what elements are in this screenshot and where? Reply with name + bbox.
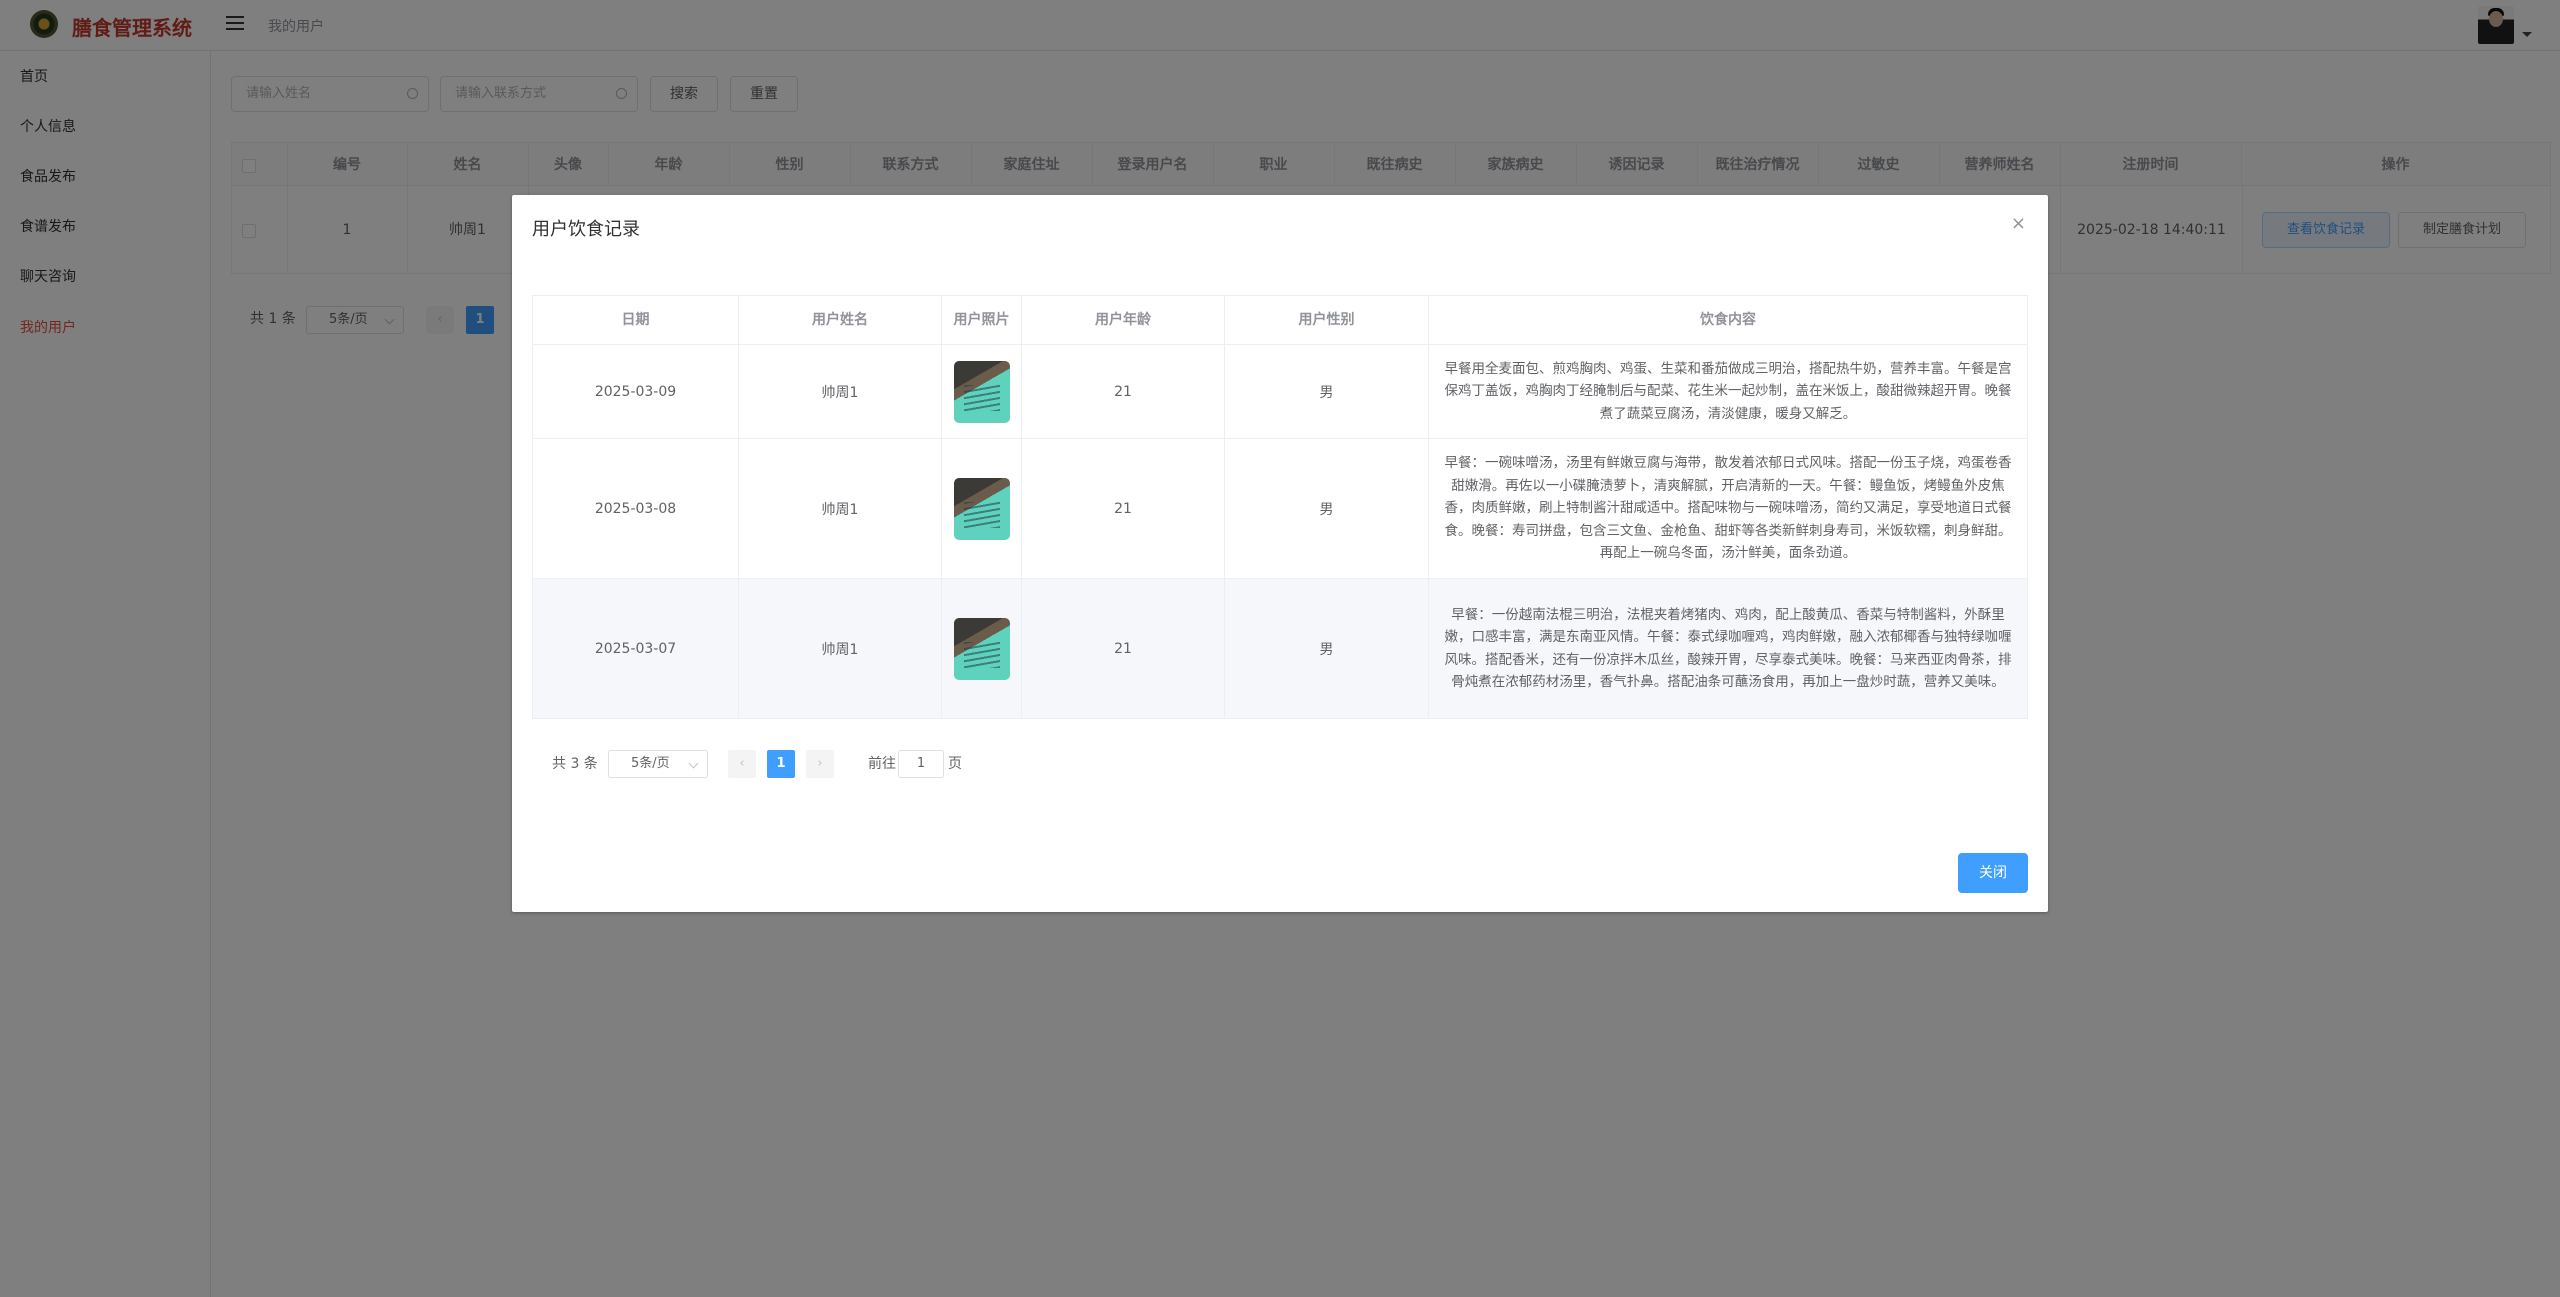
- diet-record-table: 日期 用户姓名 用户照片 用户年龄 用户性别 饮食内容 2025-03-09 帅…: [532, 295, 2028, 719]
- table-row: 2025-03-09 帅周1 21 男 早餐用全麦面包、煎鸡胸肉、鸡蛋、生菜和番…: [533, 345, 2027, 439]
- name-cell: 帅周1: [739, 345, 942, 438]
- col-photo: 用户照片: [942, 296, 1022, 344]
- photo-cell: [942, 579, 1022, 718]
- col-content: 饮食内容: [1700, 312, 1756, 328]
- date-cell: 2025-03-08: [533, 439, 739, 578]
- goto-prefix: 前往: [868, 756, 896, 772]
- col-gender: 用户性别: [1225, 296, 1429, 344]
- content-cell: 早餐：一碗味噌汤，汤里有鲜嫩豆腐与海带，散发着浓郁日式风味。搭配一份玉子烧，鸡蛋…: [1444, 455, 2012, 562]
- name-cell: 帅周1: [739, 439, 942, 578]
- age-cell: 21: [1022, 579, 1225, 718]
- col-name: 用户姓名: [739, 296, 942, 344]
- col-date: 日期: [533, 296, 739, 344]
- prev-page-button[interactable]: ‹: [728, 750, 756, 778]
- table-row: 2025-03-08 帅周1 21 男 早餐：一碗味噌汤，汤里有鲜嫩豆腐与海带，…: [533, 439, 2027, 579]
- close-icon[interactable]: ×: [2011, 213, 2026, 234]
- age-cell: 21: [1022, 439, 1225, 578]
- photo-cell: [942, 345, 1022, 438]
- pagination-total: 共 3 条: [552, 756, 598, 772]
- gender-cell: 男: [1225, 439, 1429, 578]
- age-cell: 21: [1022, 345, 1225, 438]
- diet-record-dialog: 用户饮食记录 × 日期 用户姓名 用户照片 用户年龄 用户性别 饮食内容 202…: [512, 195, 2048, 912]
- gender-cell: 男: [1225, 579, 1429, 718]
- table-header: 日期 用户姓名 用户照片 用户年龄 用户性别 饮食内容: [533, 296, 2027, 345]
- close-button[interactable]: 关闭: [1958, 853, 2028, 893]
- chevron-down-icon: [688, 758, 699, 769]
- dialog-title: 用户饮食记录: [532, 219, 640, 240]
- name-cell: 帅周1: [739, 579, 942, 718]
- user-photo[interactable]: [953, 360, 1010, 423]
- gender-cell: 男: [1225, 345, 1429, 438]
- photo-cell: [942, 439, 1022, 578]
- col-age: 用户年龄: [1022, 296, 1225, 344]
- table-row: 2025-03-07 帅周1 21 男 早餐：一份越南法棍三明治，法棍夹着烤猪肉…: [533, 579, 2027, 718]
- page-size-select[interactable]: 5条/页: [608, 750, 708, 778]
- date-cell: 2025-03-07: [533, 579, 739, 718]
- user-photo[interactable]: [953, 477, 1010, 540]
- date-cell: 2025-03-09: [533, 345, 739, 438]
- page-number-button[interactable]: 1: [767, 750, 795, 778]
- content-cell: 早餐：一份越南法棍三明治，法棍夹着烤猪肉、鸡肉，配上酸黄瓜、香菜与特制酱料，外酥…: [1444, 606, 2012, 691]
- content-cell: 早餐用全麦面包、煎鸡胸肉、鸡蛋、生菜和番茄做成三明治，搭配热牛奶，营养丰富。午餐…: [1444, 360, 2012, 422]
- goto-page-input[interactable]: 1: [898, 750, 944, 778]
- goto-suffix: 页: [948, 756, 962, 772]
- next-page-button[interactable]: ›: [806, 750, 834, 778]
- user-photo[interactable]: [953, 617, 1010, 680]
